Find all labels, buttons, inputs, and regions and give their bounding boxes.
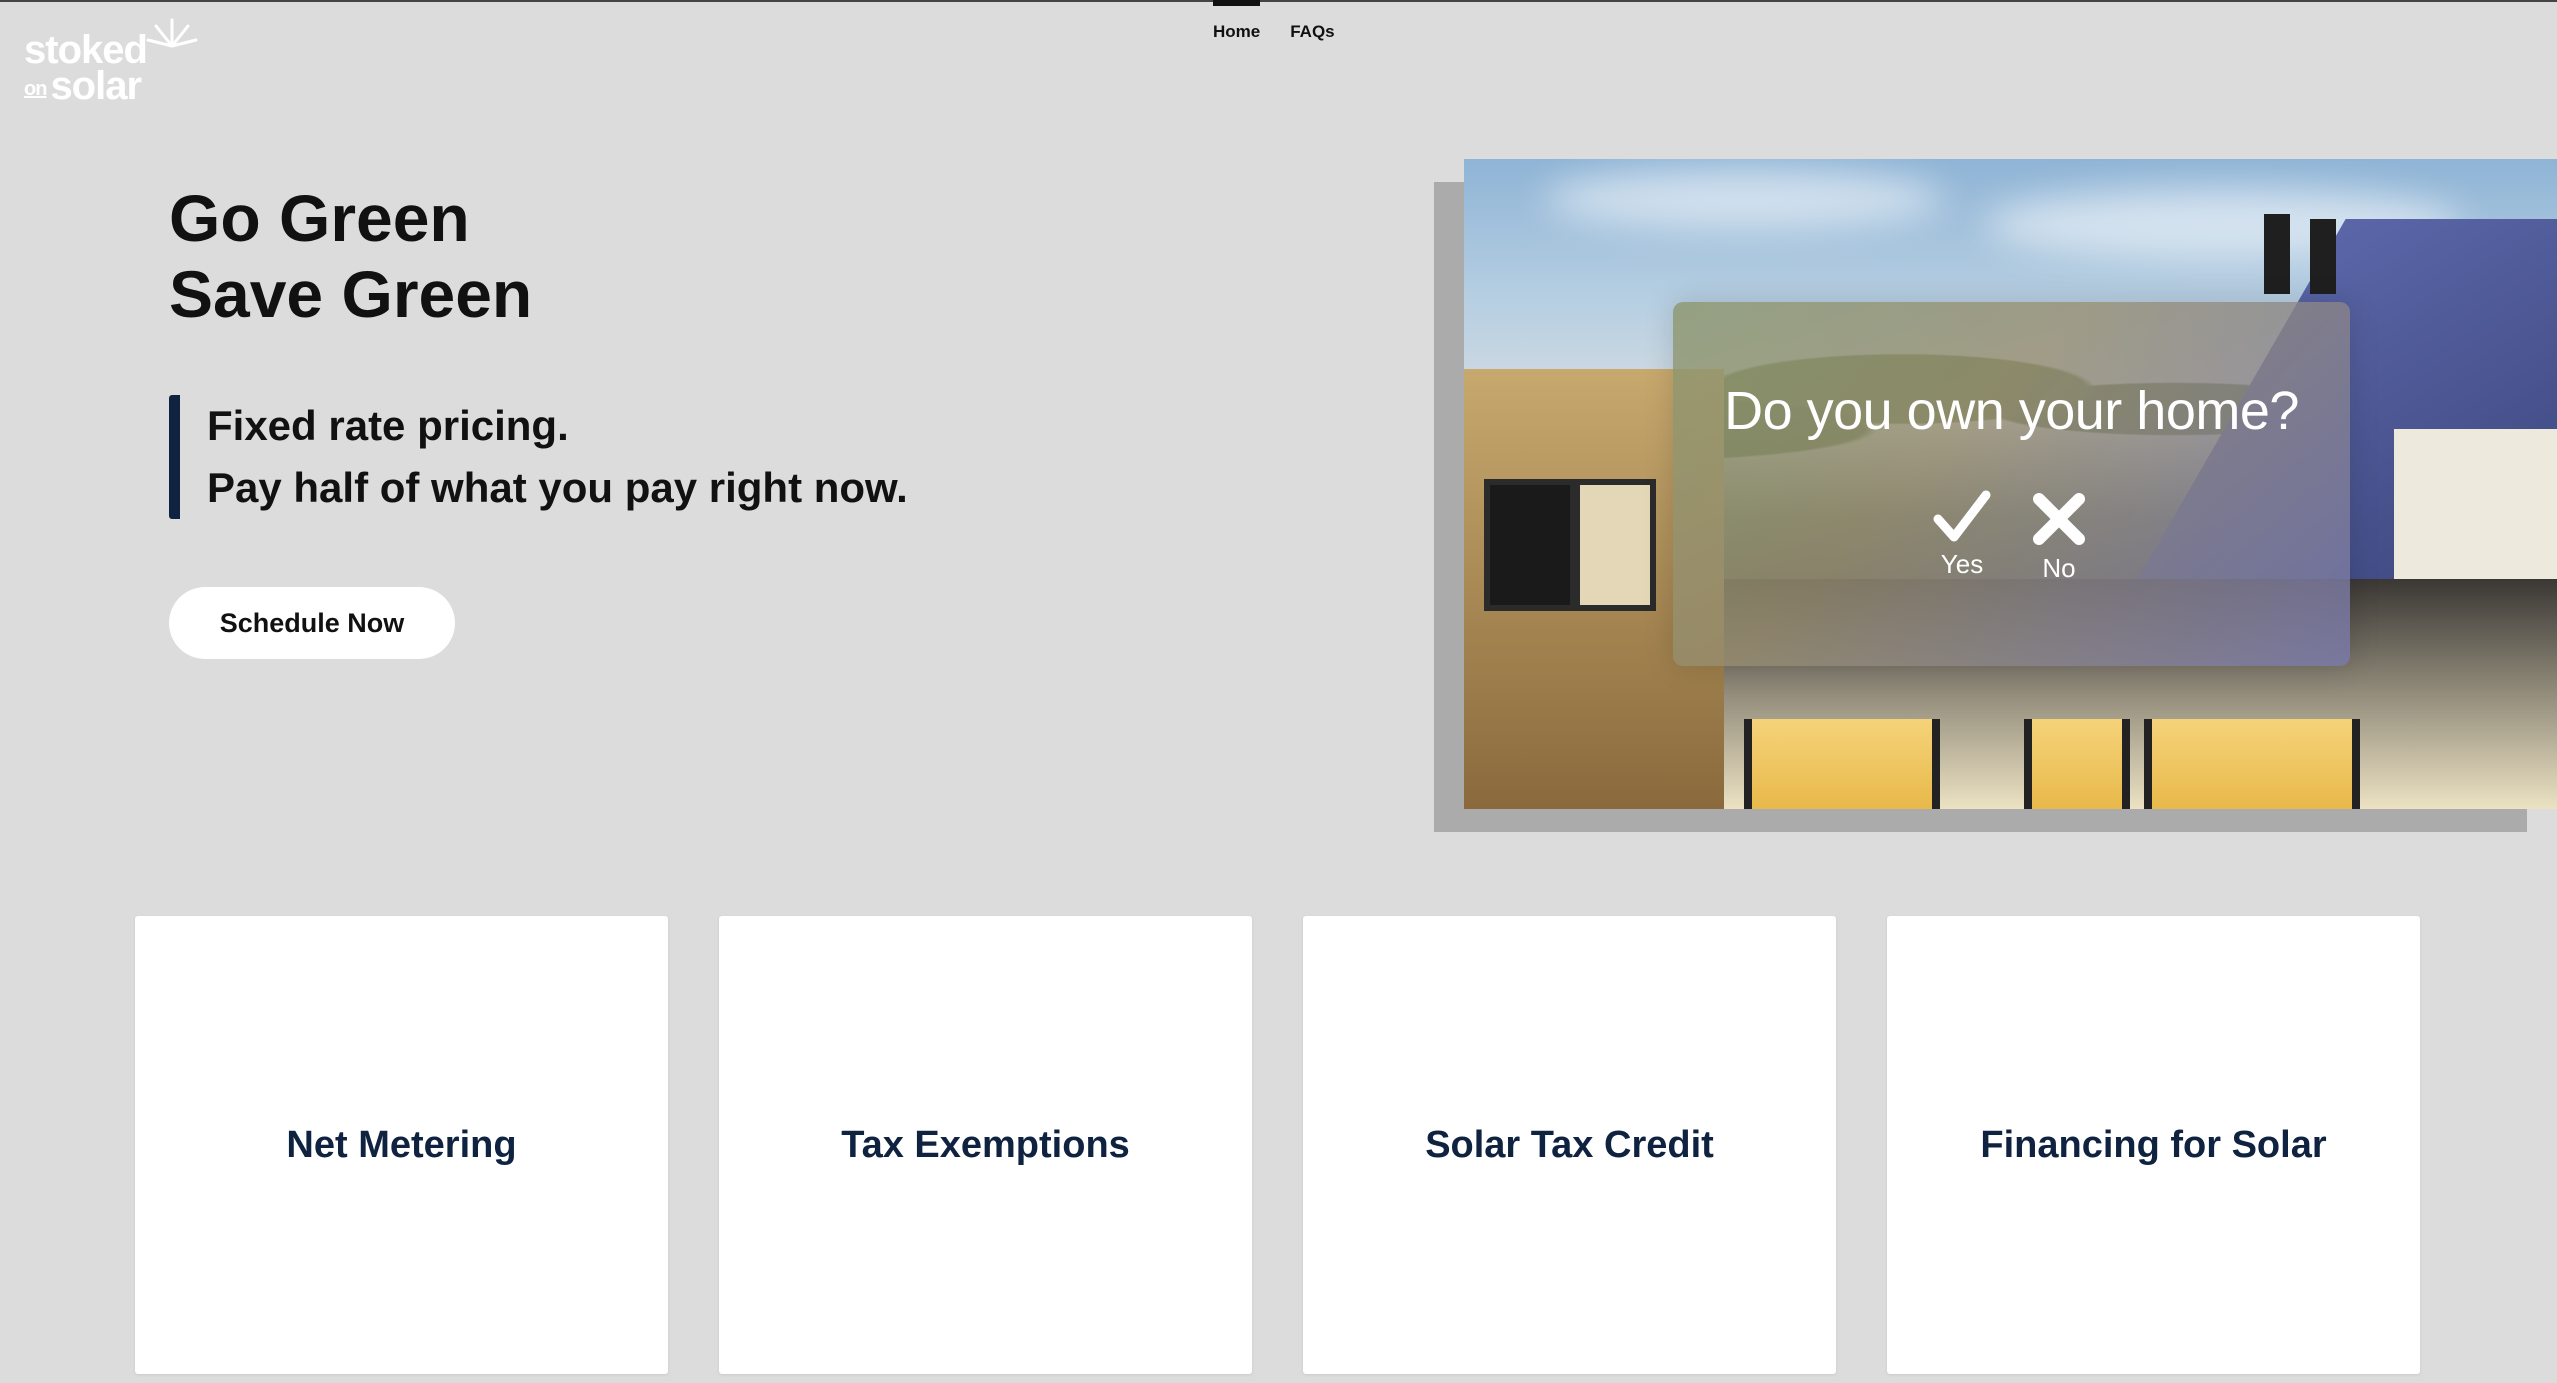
card-label: Solar Tax Credit <box>1425 1123 1714 1166</box>
chimney <box>2264 214 2290 294</box>
quiz-no-label: No <box>2042 553 2076 583</box>
lit-window <box>1744 719 1940 809</box>
window <box>1574 479 1656 611</box>
logo-word-solar-text: solar <box>50 64 142 108</box>
stoked-on-solar-logo[interactable]: stoked on solar <box>24 16 198 108</box>
logo-word-on: on <box>24 78 47 100</box>
quiz-no-option[interactable]: No <box>2019 489 2099 584</box>
card-financing-for-solar[interactable]: Financing for Solar <box>1887 916 2420 1374</box>
chimney <box>2310 219 2336 294</box>
checkmark-icon <box>1933 490 1991 542</box>
quiz-yes-option[interactable]: Yes <box>1922 489 2002 580</box>
main-nav: Home FAQs <box>1213 0 1335 50</box>
card-label: Financing for Solar <box>1980 1123 2327 1166</box>
card-label: Net Metering <box>286 1123 517 1166</box>
window <box>1484 479 1576 611</box>
cross-icon <box>2033 493 2085 545</box>
hero-title-line2: Save Green <box>169 257 533 331</box>
hero-title-line1: Go Green <box>169 181 470 255</box>
nav-home[interactable]: Home <box>1213 0 1261 50</box>
hero-title: Go Green Save Green <box>169 180 532 332</box>
quiz-yes-label: Yes <box>1940 549 1984 579</box>
hero-tagline: Fixed rate pricing. Pay half of what you… <box>169 395 908 519</box>
card-net-metering[interactable]: Net Metering <box>135 916 668 1374</box>
lit-window <box>2024 719 2130 809</box>
sun-rays-icon <box>146 18 198 48</box>
lit-window <box>2144 719 2360 809</box>
tagline-line1: Fixed rate pricing. <box>207 402 569 449</box>
schedule-now-button[interactable]: Schedule Now <box>169 587 455 659</box>
card-label: Tax Exemptions <box>841 1123 1130 1166</box>
home-ownership-quiz: Do you own your home? <box>1673 302 2350 666</box>
quiz-question: Do you own your home? <box>1724 381 2299 441</box>
logo-word-solar: on solar <box>24 64 142 108</box>
card-solar-tax-credit[interactable]: Solar Tax Credit <box>1303 916 1836 1374</box>
cloud <box>1544 169 1944 229</box>
tagline-line2: Pay half of what you pay right now. <box>207 464 908 511</box>
card-tax-exemptions[interactable]: Tax Exemptions <box>719 916 1252 1374</box>
nav-faqs[interactable]: FAQs <box>1290 0 1334 50</box>
